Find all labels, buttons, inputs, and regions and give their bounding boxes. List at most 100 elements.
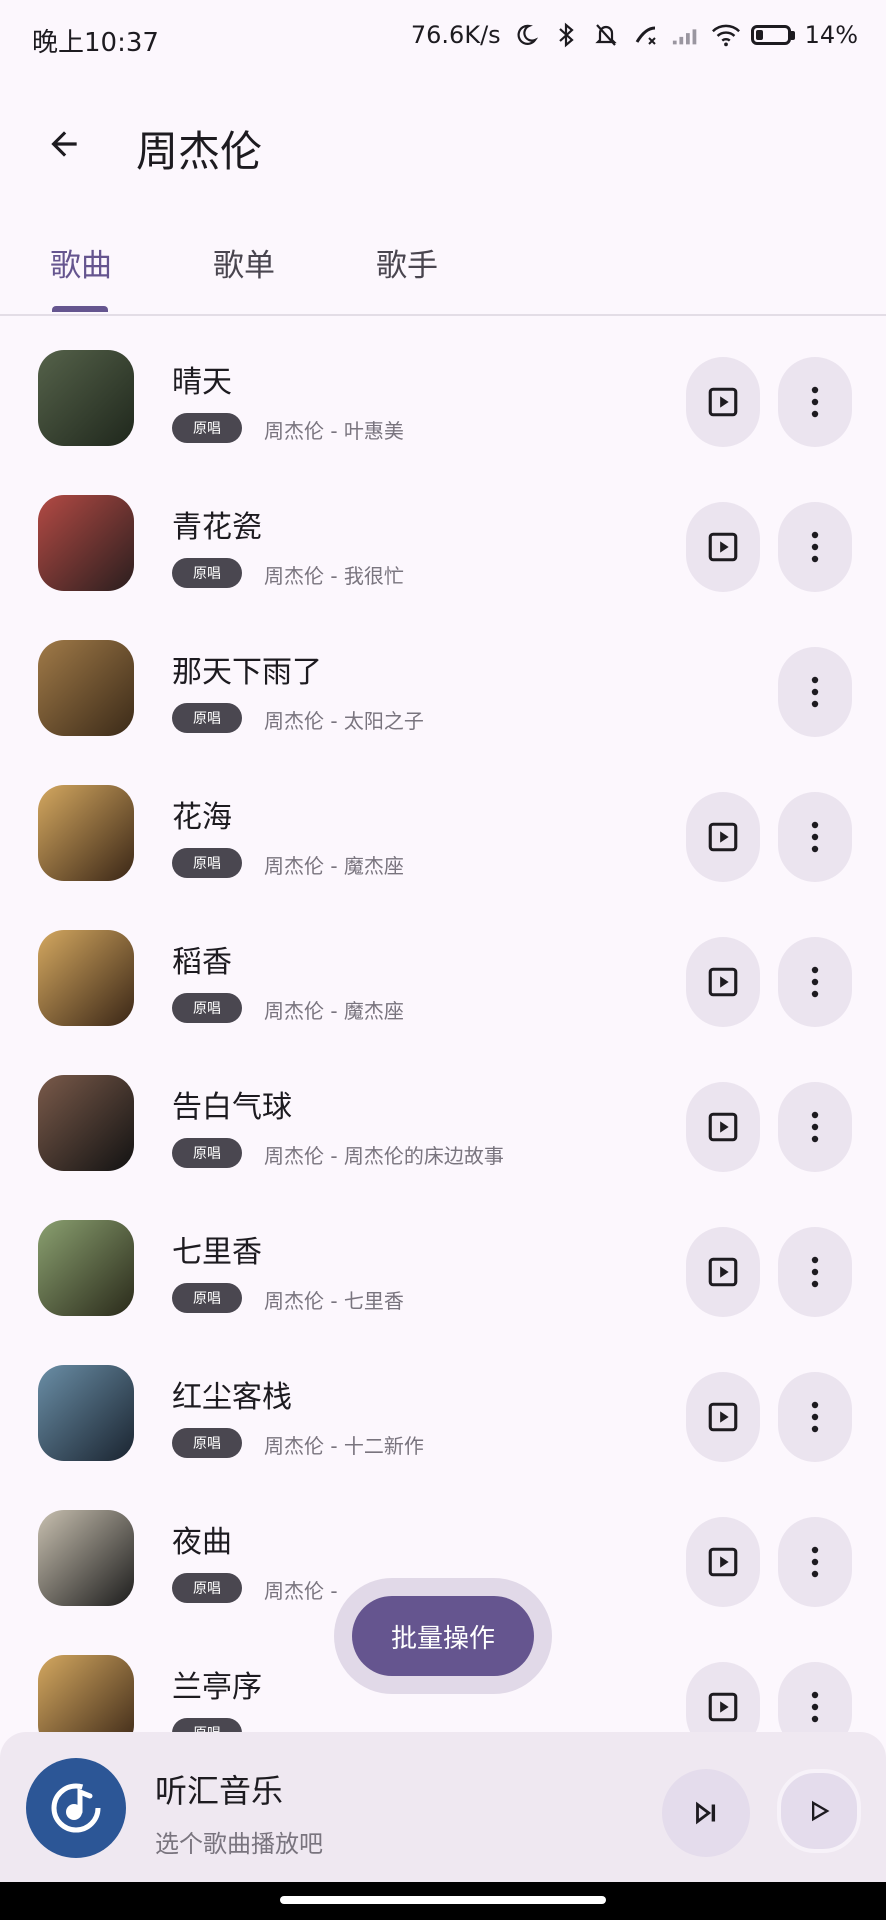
play-video-button[interactable] [686,502,760,592]
more-vert-icon [811,1691,819,1723]
more-vert-icon [811,821,819,853]
music-note-icon [26,1758,126,1858]
tab-indicator [52,306,108,312]
more-button[interactable] [778,357,852,447]
back-button[interactable] [38,118,90,170]
tab-songs[interactable]: 歌曲 [50,240,112,285]
batch-operation-button[interactable]: 批量操作 [352,1596,534,1676]
play-video-button[interactable] [686,1372,760,1462]
wifi-icon [711,20,741,50]
play-button[interactable] [777,1769,861,1853]
more-button[interactable] [778,502,852,592]
skip-next-icon [696,1801,716,1825]
original-tag: 原唱 [172,1138,242,1168]
song-title: 那天下雨了 [172,655,322,690]
play-box-icon [708,1112,738,1142]
song-subtitle: 周杰伦 - 十二新作 [264,1434,424,1458]
song-subtitle: 周杰伦 - 魔杰座 [264,854,404,878]
album-cover [38,495,134,591]
song-subtitle: 周杰伦 - 我很忙 [264,564,404,588]
play-box-icon [708,532,738,562]
moon-icon [511,20,541,50]
song-subtitle: 周杰伦 - 魔杰座 [264,999,404,1023]
more-vert-icon [811,676,819,708]
play-video-button[interactable] [686,1082,760,1172]
album-cover [38,930,134,1026]
song-row[interactable]: 青花瓷 原唱 周杰伦 - 我很忙 [0,467,886,612]
status-time: 晚上10:37 [32,28,159,58]
song-row[interactable]: 晴天 原唱 周杰伦 - 叶惠美 [0,322,886,467]
battery-charging-icon [750,25,795,45]
song-title: 七里香 [172,1235,262,1270]
more-button[interactable] [778,937,852,1027]
page-title: 周杰伦 [136,127,263,176]
album-cover [38,1365,134,1461]
player-title: 听汇音乐 [155,1772,284,1810]
play-icon [812,1800,830,1822]
more-button[interactable] [778,1372,852,1462]
song-title: 花海 [172,800,232,835]
batch-fab-container: 批量操作 [334,1578,552,1694]
tab-playlists[interactable]: 歌单 [213,240,275,285]
tab-artists[interactable]: 歌手 [376,240,438,285]
more-vert-icon [811,1546,819,1578]
album-cover [38,1510,134,1606]
tab-bar: 歌曲 歌单 歌手 [0,230,886,316]
song-title: 告白气球 [172,1090,292,1125]
play-video-button[interactable] [686,357,760,447]
more-button[interactable] [778,647,852,737]
album-cover [38,785,134,881]
album-cover [38,1220,134,1316]
home-indicator[interactable] [280,1896,606,1904]
song-subtitle: 周杰伦 - 七里香 [264,1289,404,1313]
song-row[interactable]: 那天下雨了 原唱 周杰伦 - 太阳之子 [0,612,886,757]
more-button[interactable] [778,792,852,882]
song-row[interactable]: 七里香 原唱 周杰伦 - 七里香 [0,1192,886,1337]
mute-bell-icon [591,20,621,50]
more-button[interactable] [778,1082,852,1172]
player-subtitle: 选个歌曲播放吧 [155,1830,323,1858]
top-app-bar: 周杰伦 [0,100,886,190]
more-vert-icon [811,1401,819,1433]
more-vert-icon [811,966,819,998]
play-video-button[interactable] [686,937,760,1027]
play-video-button[interactable] [686,792,760,882]
song-title: 红尘客栈 [172,1380,292,1415]
song-title: 兰亭序 [172,1670,262,1705]
song-row[interactable]: 红尘客栈 原唱 周杰伦 - 十二新作 [0,1337,886,1482]
more-vert-icon [811,531,819,563]
more-button[interactable] [778,1517,852,1607]
play-box-icon [708,822,738,852]
status-bar: 晚上10:37 76.6K/s 14% [0,0,886,80]
play-video-button[interactable] [686,1517,760,1607]
more-vert-icon [811,386,819,418]
mini-player[interactable]: 听汇音乐 选个歌曲播放吧 [0,1732,886,1882]
more-button[interactable] [778,1227,852,1317]
original-tag: 原唱 [172,558,242,588]
bluetooth-icon [551,20,581,50]
arrow-left-icon [51,131,77,157]
album-cover [38,1075,134,1171]
original-tag: 原唱 [172,703,242,733]
song-row[interactable]: 花海 原唱 周杰伦 - 魔杰座 [0,757,886,902]
original-tag: 原唱 [172,848,242,878]
play-box-icon [708,1692,738,1722]
play-box-icon [708,1547,738,1577]
original-tag: 原唱 [172,1428,242,1458]
album-cover [38,640,134,736]
call-icon [631,20,661,50]
song-row[interactable]: 告白气球 原唱 周杰伦 - 周杰伦的床边故事 [0,1047,886,1192]
song-subtitle: 周杰伦 - 太阳之子 [264,709,424,733]
song-subtitle: 周杰伦 - 周杰伦的床边故事 [264,1144,504,1168]
song-subtitle: 周杰伦 - [264,1579,338,1603]
play-box-icon [708,1257,738,1287]
network-speed: 76.6K/s [410,21,501,49]
song-subtitle: 周杰伦 - 叶惠美 [264,419,404,443]
song-title: 青花瓷 [172,510,262,545]
skip-next-button[interactable] [662,1769,750,1857]
play-box-icon [708,1402,738,1432]
song-row[interactable]: 稻香 原唱 周杰伦 - 魔杰座 [0,902,886,1047]
play-box-icon [708,387,738,417]
song-title: 稻香 [172,945,232,980]
play-video-button[interactable] [686,1227,760,1317]
